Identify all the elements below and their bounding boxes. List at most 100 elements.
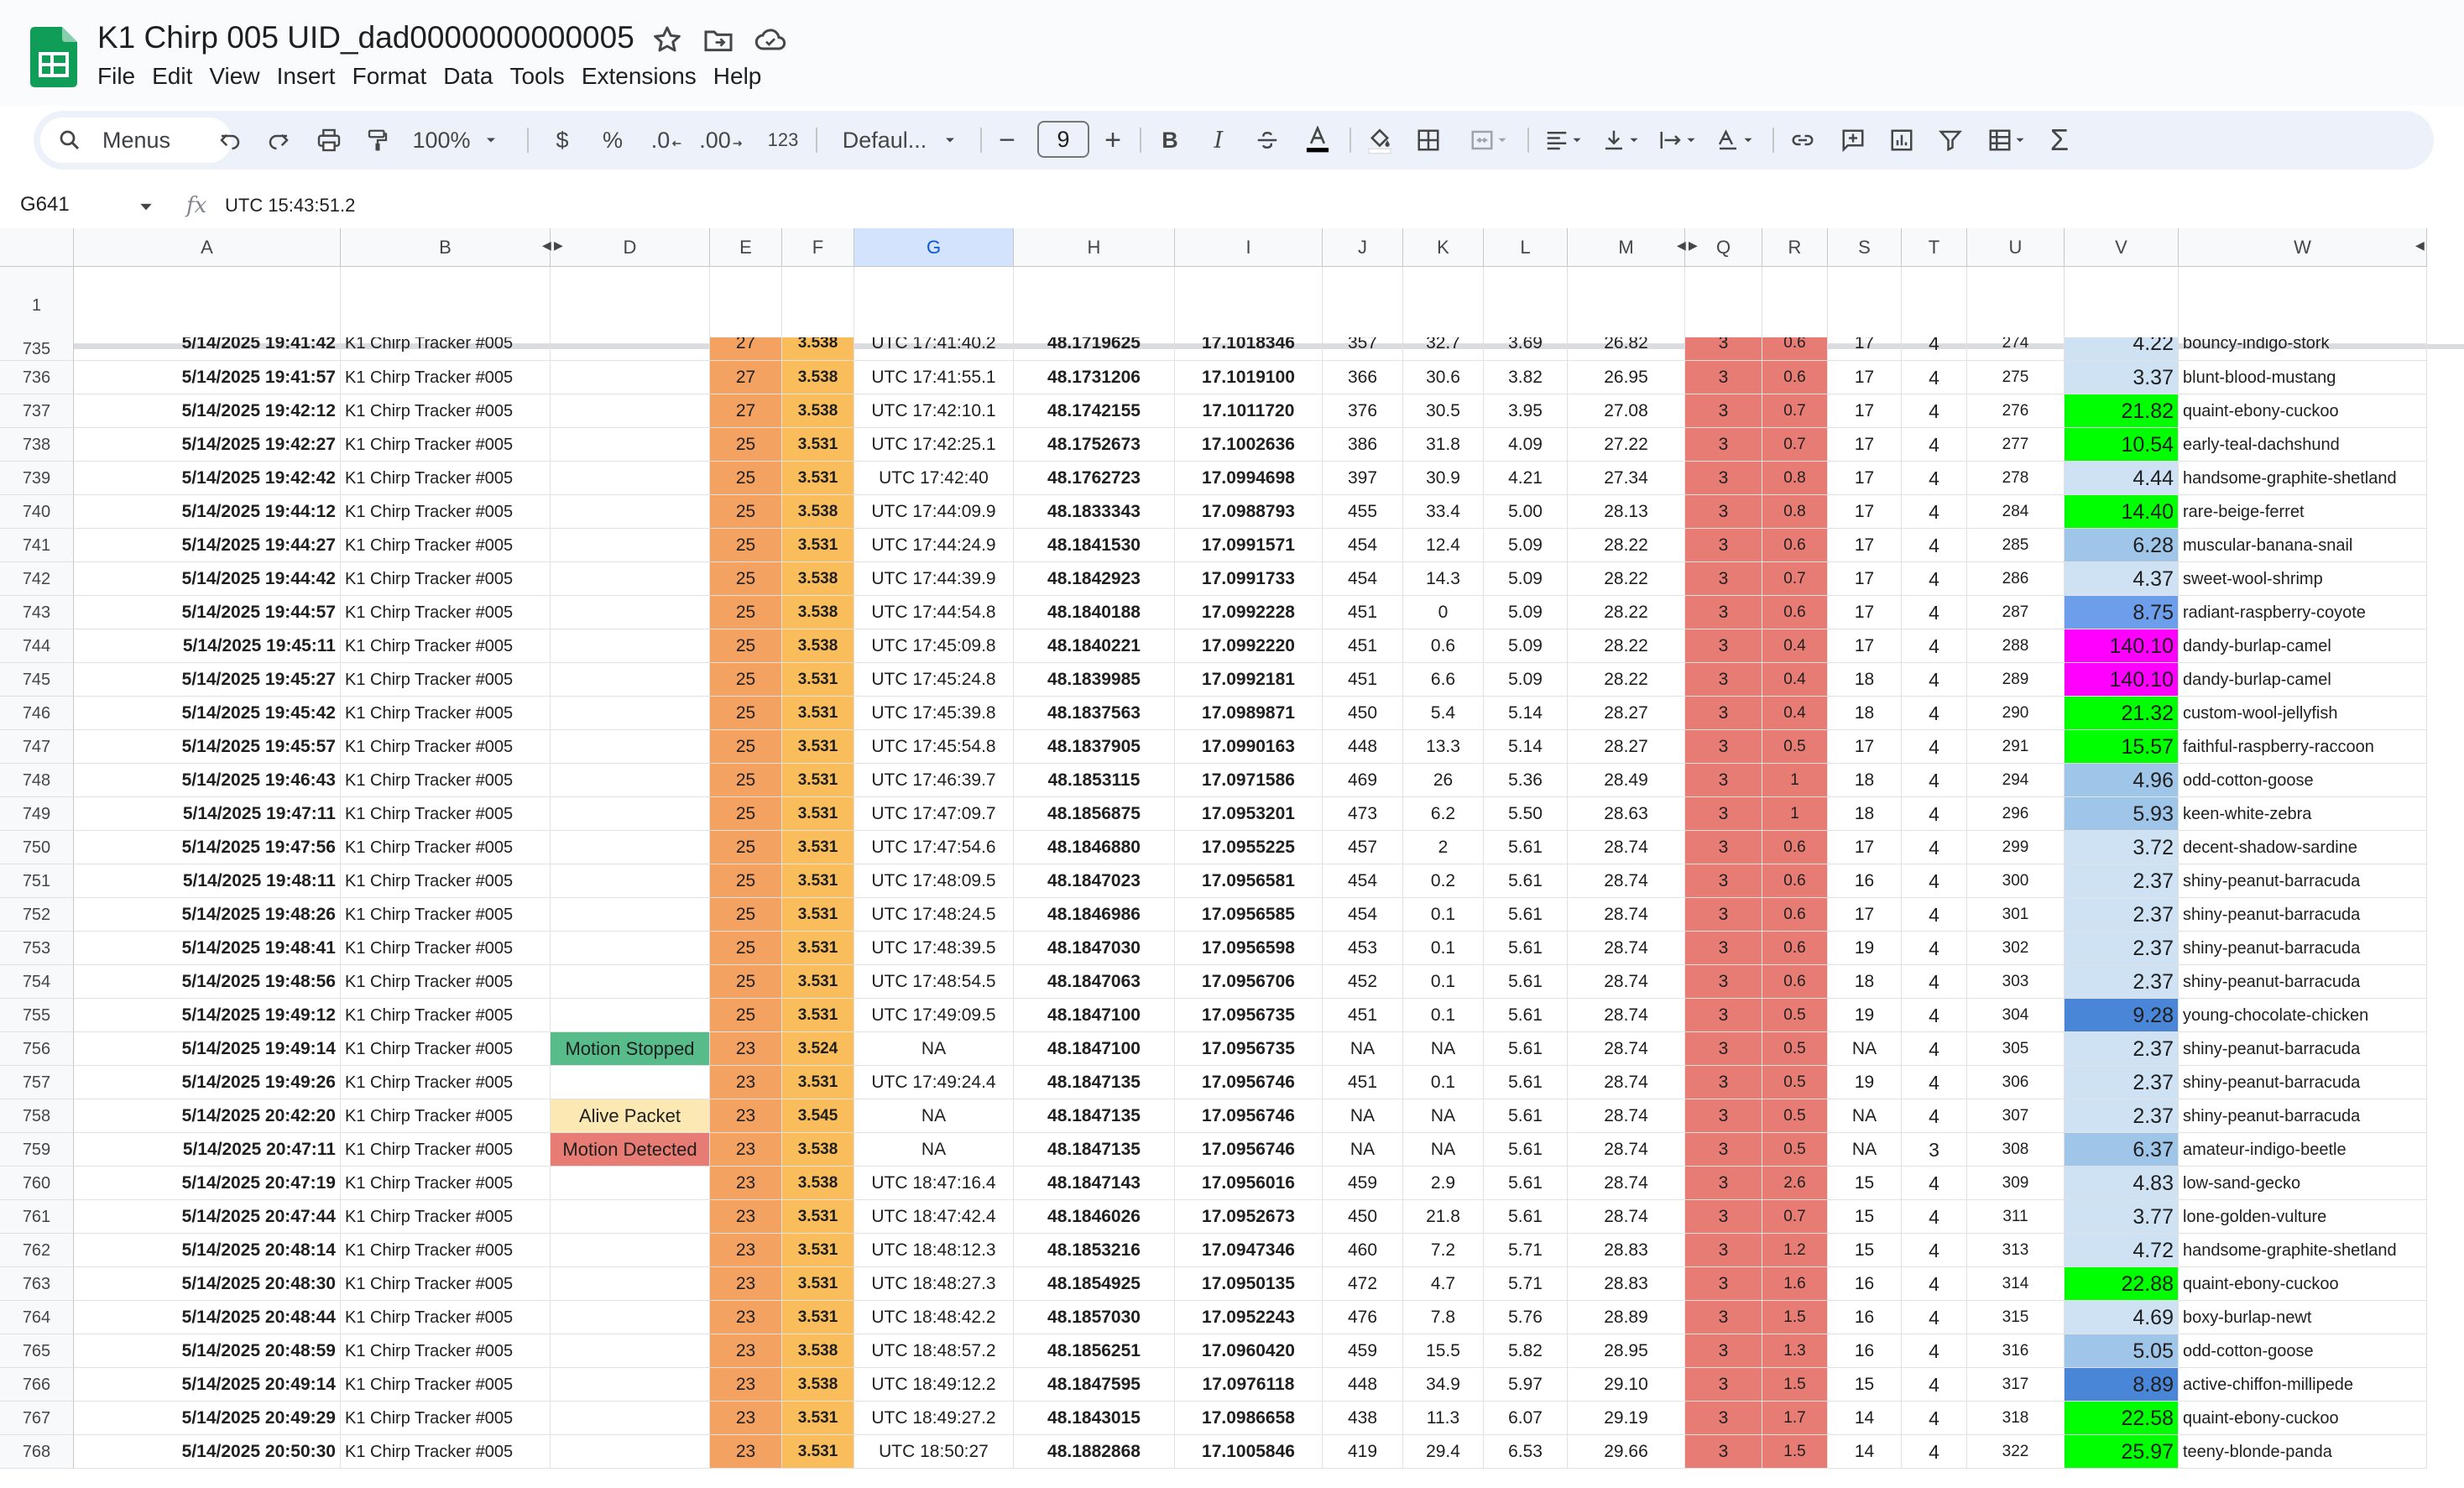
cell-r[interactable]: 1.6: [1762, 1267, 1828, 1301]
italic-button[interactable]: I: [1200, 123, 1237, 158]
cell-r[interactable]: 1.5: [1762, 1301, 1828, 1334]
cell-v[interactable]: 2.37: [2065, 1032, 2179, 1066]
cell-k[interactable]: 13.3: [1403, 730, 1484, 764]
cell-w[interactable]: keen-white-zebra: [2179, 797, 2427, 831]
cell-h[interactable]: 48.1731206: [1014, 361, 1175, 394]
row-number[interactable]: 767: [0, 1402, 74, 1435]
cell-h[interactable]: 48.1847100: [1014, 1032, 1175, 1066]
cell-d[interactable]: [551, 1368, 710, 1402]
cell-t[interactable]: 4: [1902, 965, 1967, 999]
cell-l[interactable]: 5.61: [1484, 965, 1568, 999]
menu-view[interactable]: View: [209, 60, 271, 94]
row-number[interactable]: 763: [0, 1267, 74, 1301]
cell-k[interactable]: 0.6: [1403, 629, 1484, 663]
cell-h[interactable]: 48.1841530: [1014, 529, 1175, 562]
cell-e[interactable]: 23: [710, 1133, 782, 1167]
cell-a[interactable]: 5/14/2025 19:48:56: [74, 965, 341, 999]
cell-h[interactable]: 48.1837905: [1014, 730, 1175, 764]
cell-b[interactable]: K1 Chirp Tracker #005: [341, 663, 551, 697]
header-cell-w[interactable]: [2179, 267, 2427, 344]
cell-s[interactable]: 15: [1828, 1200, 1902, 1234]
row-number[interactable]: 753: [0, 932, 74, 965]
cell-h[interactable]: 48.1853216: [1014, 1234, 1175, 1267]
cell-u[interactable]: 317: [1967, 1368, 2065, 1402]
cell-i[interactable]: 17.0956746: [1175, 1099, 1323, 1133]
cell-v[interactable]: 6.28: [2065, 529, 2179, 562]
cell-u[interactable]: 296: [1967, 797, 2065, 831]
cell-r[interactable]: 0.4: [1762, 663, 1828, 697]
cell-u[interactable]: 316: [1967, 1334, 2065, 1368]
cell-r[interactable]: 1.5: [1762, 1368, 1828, 1402]
cell-a[interactable]: 5/14/2025 19:44:27: [74, 529, 341, 562]
percent-format-button[interactable]: %: [594, 123, 631, 158]
row-number[interactable]: 757: [0, 1066, 74, 1099]
cell-k[interactable]: 14.3: [1403, 562, 1484, 596]
cell-w[interactable]: dandy-burlap-camel: [2179, 663, 2427, 697]
cell-i[interactable]: 17.0950135: [1175, 1267, 1323, 1301]
cell-w[interactable]: muscular-banana-snail: [2179, 529, 2427, 562]
cell-e[interactable]: 25: [710, 428, 782, 462]
cell-v[interactable]: 5.05: [2065, 1334, 2179, 1368]
cell-j[interactable]: 448: [1323, 730, 1403, 764]
menu-tools[interactable]: Tools: [509, 60, 576, 94]
cell-k[interactable]: 0.1: [1403, 965, 1484, 999]
cell-j[interactable]: 451: [1323, 663, 1403, 697]
cell-q[interactable]: 3: [1685, 629, 1762, 663]
cell-a[interactable]: 5/14/2025 19:44:12: [74, 495, 341, 529]
cell-t[interactable]: 4: [1902, 1200, 1967, 1234]
cell-b[interactable]: K1 Chirp Tracker #005: [341, 999, 551, 1032]
text-color-icon[interactable]: [1299, 123, 1336, 158]
cell-f[interactable]: 3.538: [782, 361, 854, 394]
cell-l[interactable]: 5.61: [1484, 1167, 1568, 1200]
cell-w[interactable]: amateur-indigo-beetle: [2179, 1133, 2427, 1167]
cell-s[interactable]: 16: [1828, 1301, 1902, 1334]
cell-u[interactable]: 276: [1967, 394, 2065, 428]
cell-m[interactable]: 28.22: [1568, 663, 1685, 697]
cell-v[interactable]: 10.54: [2065, 428, 2179, 462]
cell-j[interactable]: 450: [1323, 697, 1403, 730]
cell-d[interactable]: Motion Detected: [551, 1133, 710, 1167]
cell-m[interactable]: 28.74: [1568, 1032, 1685, 1066]
cell-f[interactable]: 3.538: [782, 1368, 854, 1402]
cell-l[interactable]: 5.09: [1484, 629, 1568, 663]
cell-a[interactable]: 5/14/2025 19:47:56: [74, 831, 341, 864]
cell-d[interactable]: [551, 1334, 710, 1368]
cell-e[interactable]: 27: [710, 394, 782, 428]
cell-w[interactable]: quaint-ebony-cuckoo: [2179, 394, 2427, 428]
cell-f[interactable]: 3.531: [782, 529, 854, 562]
cell-b[interactable]: K1 Chirp Tracker #005: [341, 562, 551, 596]
cell-m[interactable]: 28.22: [1568, 596, 1685, 629]
hidden-column-arrow-icon[interactable]: ◀: [1677, 238, 1686, 253]
column-header-b[interactable]: B: [341, 228, 551, 267]
cell-f[interactable]: 3.531: [782, 932, 854, 965]
cell-i[interactable]: 17.0971586: [1175, 764, 1323, 797]
cell-s[interactable]: 18: [1828, 797, 1902, 831]
cell-w[interactable]: active-chiffon-millipede: [2179, 1368, 2427, 1402]
cell-a[interactable]: 5/14/2025 20:48:30: [74, 1267, 341, 1301]
cell-h[interactable]: 48.1846880: [1014, 831, 1175, 864]
cell-d[interactable]: [551, 337, 710, 361]
cell-j[interactable]: NA: [1323, 1099, 1403, 1133]
column-header-a[interactable]: A: [74, 228, 341, 267]
cell-k[interactable]: 0.1: [1403, 999, 1484, 1032]
cell-f[interactable]: 3.531: [782, 1234, 854, 1267]
cell-i[interactable]: 17.0956598: [1175, 932, 1323, 965]
cell-s[interactable]: 19: [1828, 999, 1902, 1032]
header-cell-i[interactable]: [1175, 267, 1323, 344]
cell-r[interactable]: 0.5: [1762, 1099, 1828, 1133]
cell-b[interactable]: K1 Chirp Tracker #005: [341, 1402, 551, 1435]
cell-q[interactable]: 3: [1685, 495, 1762, 529]
cell-a[interactable]: 5/14/2025 19:49:14: [74, 1032, 341, 1066]
column-header-k[interactable]: K: [1403, 228, 1484, 267]
cell-k[interactable]: 0.2: [1403, 864, 1484, 898]
cell-d[interactable]: [551, 1435, 710, 1469]
cell-m[interactable]: 28.83: [1568, 1267, 1685, 1301]
cell-d[interactable]: [551, 797, 710, 831]
cell-b[interactable]: K1 Chirp Tracker #005: [341, 529, 551, 562]
cell-g[interactable]: UTC 17:44:09.9: [854, 495, 1014, 529]
cell-d[interactable]: [551, 1301, 710, 1334]
cell-u[interactable]: 305: [1967, 1032, 2065, 1066]
row-number[interactable]: 745: [0, 663, 74, 697]
cell-k[interactable]: 30.5: [1403, 394, 1484, 428]
cell-e[interactable]: 23: [710, 1099, 782, 1133]
